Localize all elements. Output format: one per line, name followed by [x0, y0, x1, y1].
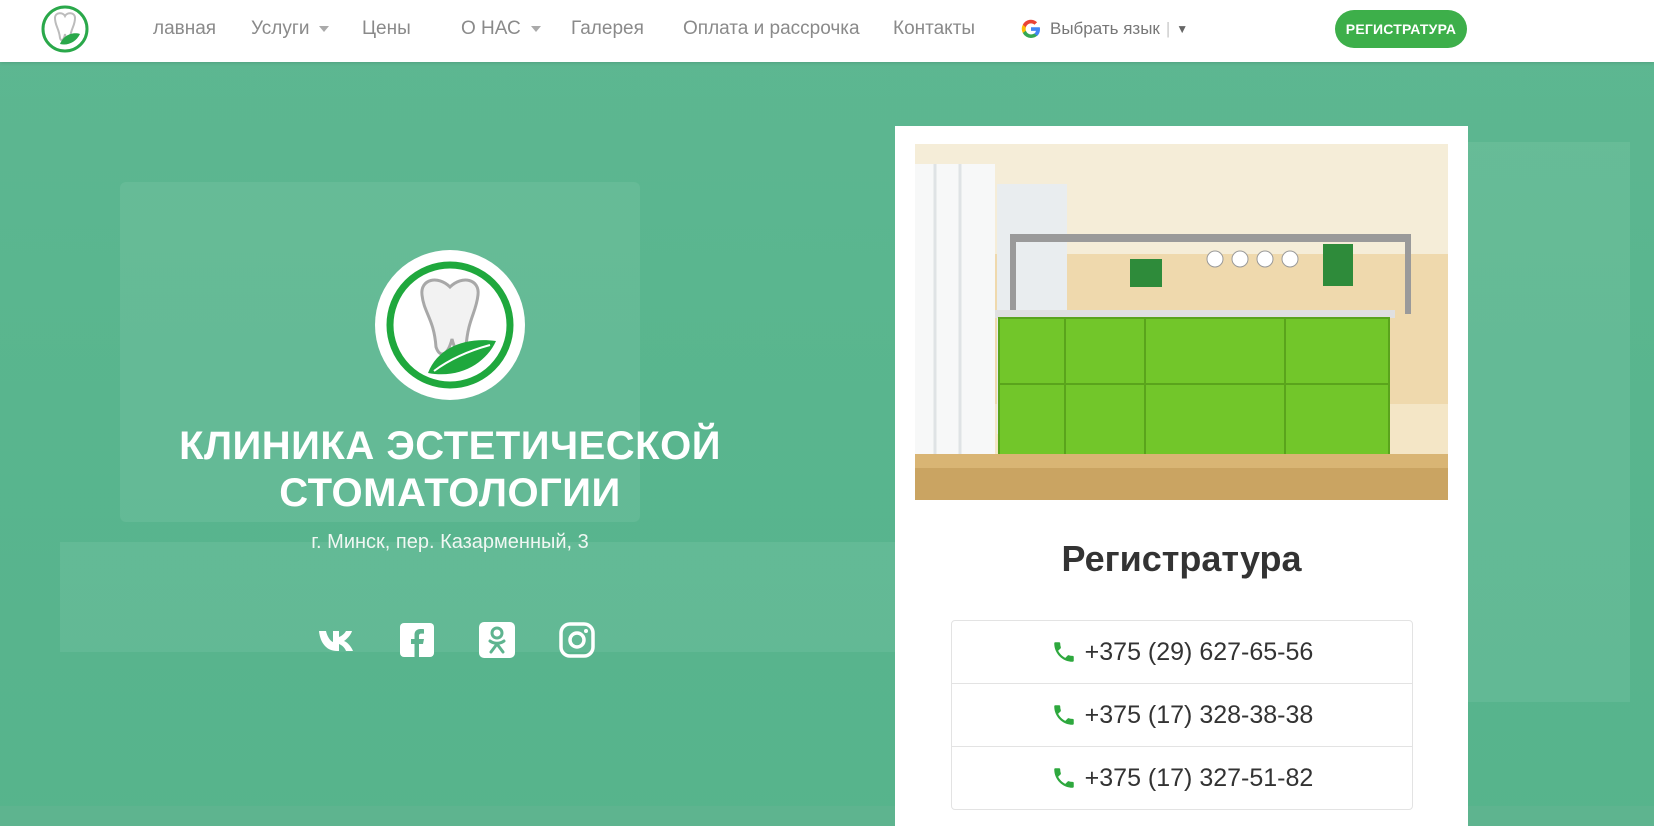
clinic-title-line1: КЛИНИКА ЭСТЕТИЧЕСКОЙ	[179, 424, 721, 468]
nav-contacts-label: Контакты	[893, 18, 976, 39]
clinic-logo-large	[375, 250, 525, 400]
phone-link[interactable]: +375 (17) 328-38-38	[952, 684, 1412, 747]
phone-number: +375 (29) 627-65-56	[1084, 637, 1314, 666]
phone-icon	[1053, 642, 1074, 662]
nav-gallery[interactable]: Галерея	[571, 18, 644, 40]
nav-about-label: О НАС	[461, 18, 521, 39]
social-links	[316, 612, 636, 668]
divider: |	[1165, 19, 1171, 38]
reception-photo	[915, 144, 1448, 500]
nav-home[interactable]: лавная	[153, 18, 216, 40]
phone-icon	[1053, 768, 1074, 788]
nav-contacts[interactable]: Контакты	[893, 18, 975, 40]
clinic-address: г. Минск, пер. Казарменный, 3	[311, 531, 589, 553]
background-decor	[1450, 142, 1630, 702]
nav-gallery-label: Галерея	[571, 18, 644, 39]
nav-services[interactable]: Услуги	[251, 18, 330, 40]
phone-link[interactable]: +375 (29) 627-65-56	[952, 621, 1412, 684]
clinic-logo-small[interactable]	[40, 4, 90, 54]
nav-payment[interactable]: Оплата и рассрочка	[683, 18, 860, 40]
chevron-down-icon	[530, 25, 541, 32]
odnoklassniki-icon[interactable]	[476, 619, 518, 661]
top-header: лавная Услуги Цены О НАС Галерея Оплата …	[0, 0, 1654, 62]
phone-icon	[1053, 705, 1074, 725]
nav-payment-label: Оплата и рассрочка	[683, 18, 860, 39]
nav-prices[interactable]: Цены	[362, 18, 411, 40]
tooth-leaf-logo-icon	[386, 261, 514, 389]
nav-home-label: лавная	[153, 18, 217, 39]
registry-card: Регистратура +375 (29) 627-65-56 +375 (1…	[895, 126, 1468, 826]
registry-title: Регистратура	[1061, 538, 1302, 579]
chevron-down-icon	[319, 25, 330, 32]
phone-list: +375 (29) 627-65-56 +375 (17) 328-38-38 …	[951, 620, 1413, 810]
phone-number: +375 (17) 328-38-38	[1084, 700, 1314, 729]
tooth-leaf-logo-icon	[41, 5, 89, 53]
clinic-title: КЛИНИКА ЭСТЕТИЧЕСКОЙ СТОМАТОЛОГИИ	[150, 423, 750, 517]
clinic-title-line2: СТОМАТОЛОГИИ	[279, 471, 621, 515]
vk-icon[interactable]	[316, 619, 358, 661]
phone-number: +375 (17) 327-51-82	[1084, 763, 1314, 792]
registry-button[interactable]: РЕГИСТРАТУРА	[1335, 10, 1467, 48]
nav-prices-label: Цены	[362, 18, 411, 39]
phone-link[interactable]: +375 (17) 327-51-82	[952, 747, 1412, 809]
google-icon	[1021, 19, 1041, 39]
language-selector[interactable]: Выбрать язык | ▼	[1020, 16, 1200, 42]
facebook-icon[interactable]	[396, 619, 438, 661]
dropdown-arrow-icon: ▼	[1176, 22, 1189, 36]
language-label: Выбрать язык	[1050, 19, 1160, 38]
nav-about[interactable]: О НАС	[461, 18, 541, 40]
nav-services-label: Услуги	[251, 18, 310, 39]
instagram-icon[interactable]	[556, 619, 598, 661]
